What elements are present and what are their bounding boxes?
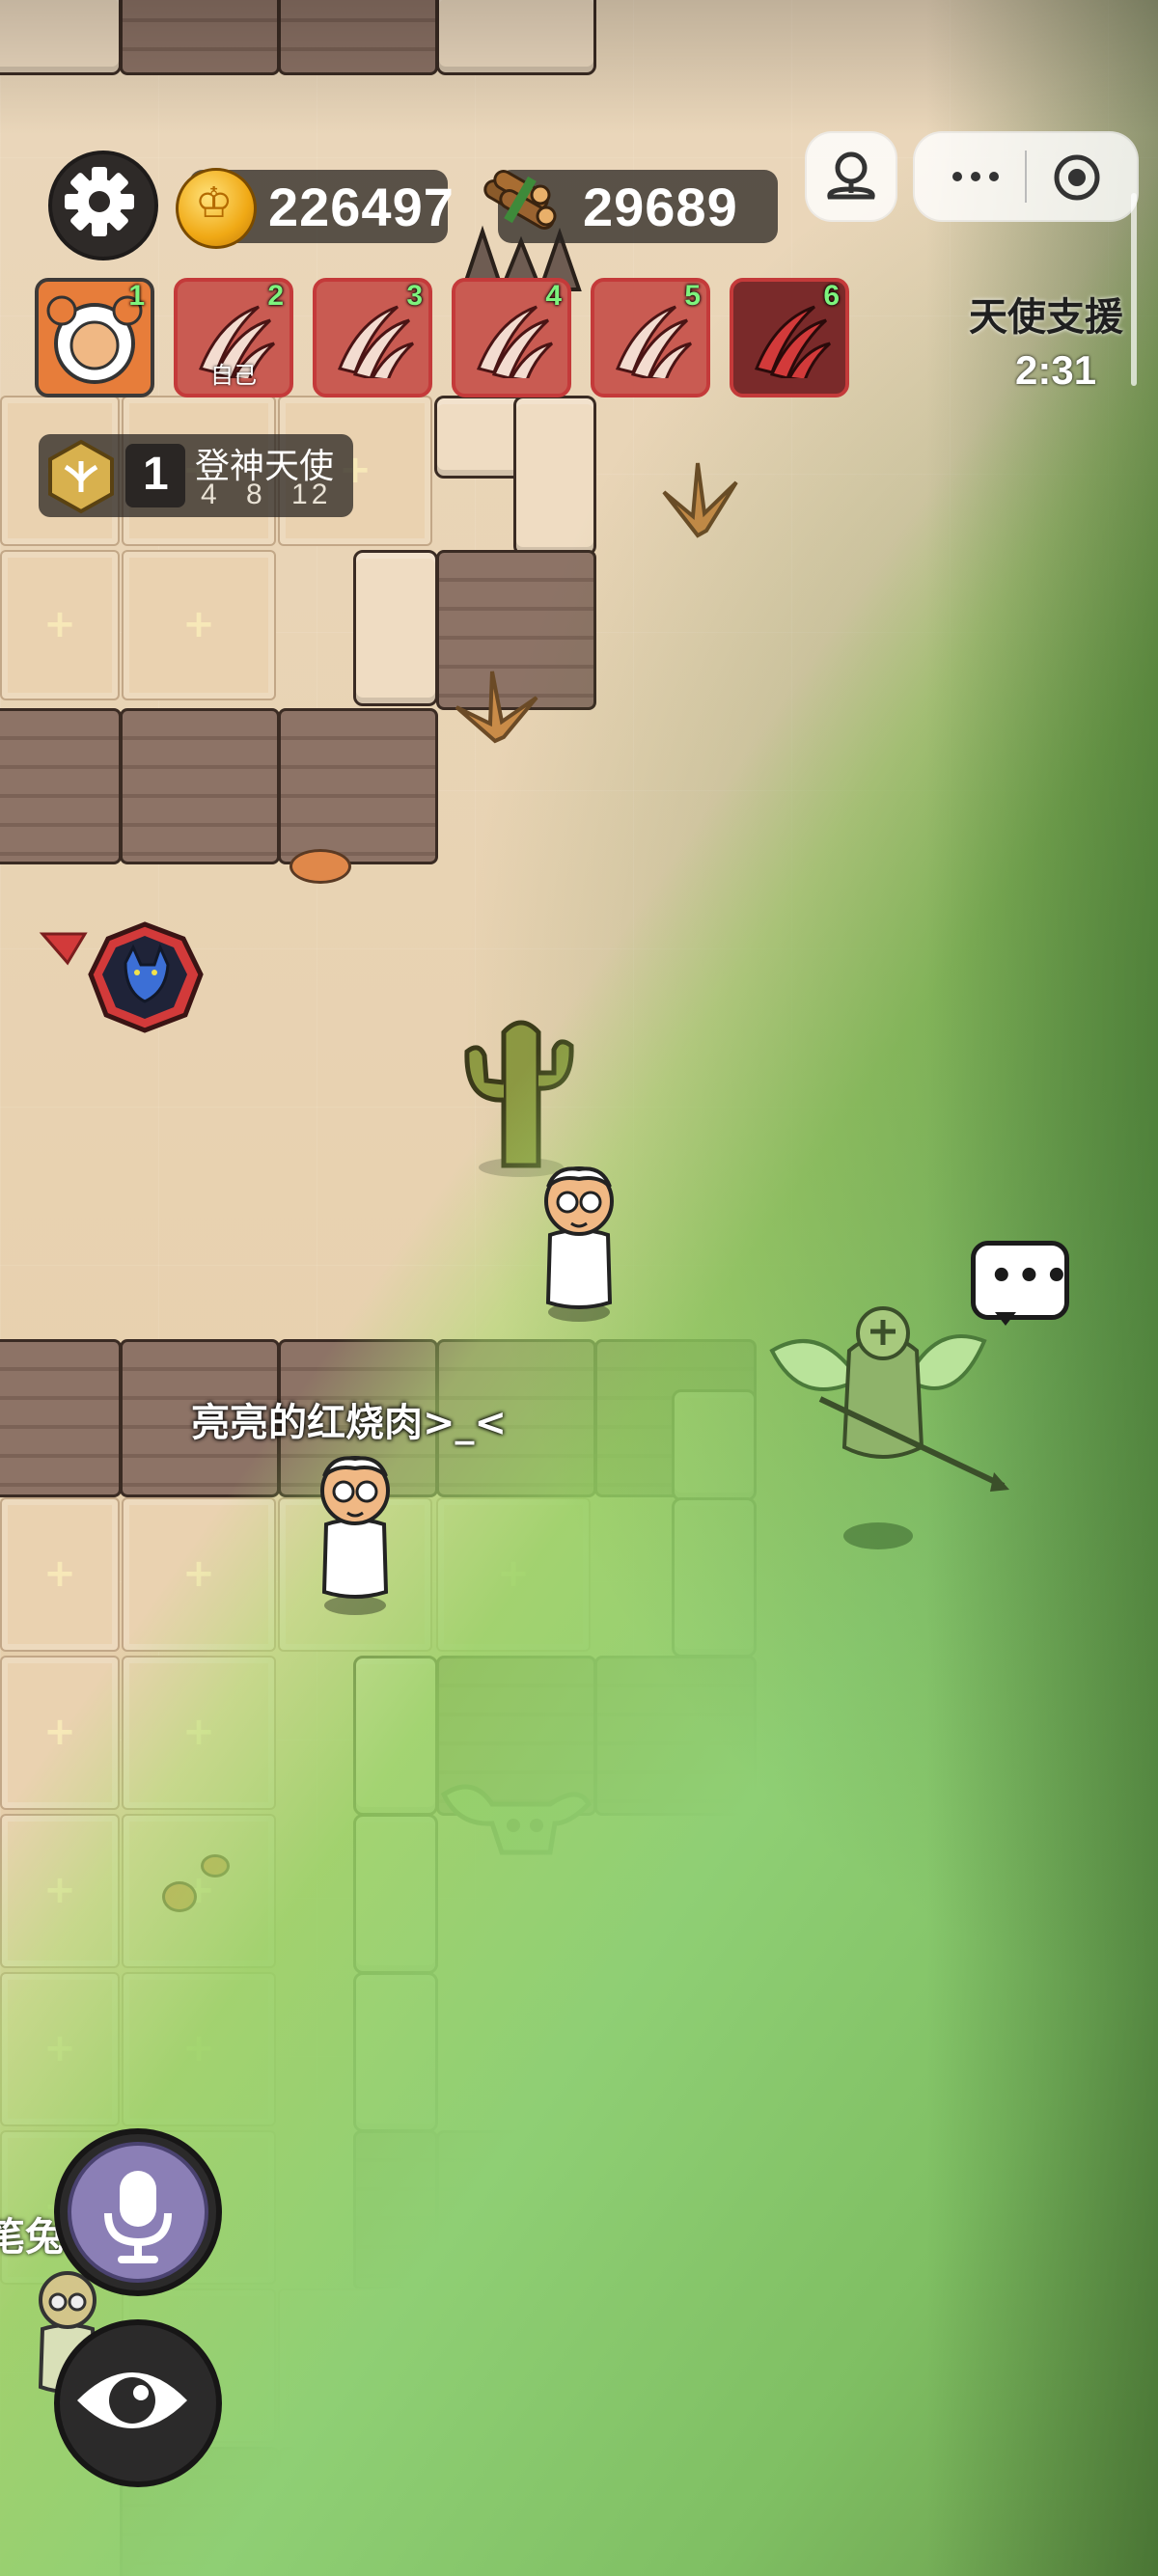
wolf-head-icon[interactable] xyxy=(39,915,212,1040)
sheep-character[interactable] xyxy=(521,1158,637,1331)
stone-wall xyxy=(278,2447,438,2576)
self-tag: 自己 xyxy=(210,362,257,389)
stone-wall xyxy=(0,708,122,864)
team-slot-number: 6 xyxy=(823,280,840,312)
claw-icon xyxy=(615,305,692,378)
stone-block xyxy=(513,396,596,556)
stone-wall xyxy=(594,2130,757,2290)
rank-panel[interactable]: 1 登神天使 4 8 12 xyxy=(39,434,353,517)
team-slot-2[interactable]: 2 自己 xyxy=(174,278,293,397)
cow-skull xyxy=(440,1784,593,1855)
stone-wall xyxy=(436,2447,596,2576)
stone-wall xyxy=(436,2130,596,2290)
team-slot-3[interactable]: 3 xyxy=(313,278,432,397)
gold-amount: 226497 xyxy=(268,177,455,237)
pebble xyxy=(290,849,351,884)
stone-wall xyxy=(594,2447,757,2576)
team-slot-number: 1 xyxy=(128,280,145,312)
rank-level: 1 xyxy=(143,449,169,500)
more-menu-button[interactable] xyxy=(942,152,1009,201)
more-dots-icon xyxy=(952,172,999,181)
team-slot-4[interactable]: 4 xyxy=(452,278,571,397)
gold-counter: 226497 xyxy=(176,168,454,249)
angel-support-timer: 2:31 xyxy=(1015,347,1097,393)
cactus xyxy=(464,1020,574,1177)
target-circle-icon xyxy=(1054,154,1100,201)
eye-icon xyxy=(77,2372,187,2428)
angel-support-title: 天使支援 xyxy=(969,295,1123,340)
mini-program-share-button[interactable] xyxy=(805,131,897,222)
winged-badge-icon xyxy=(48,439,114,514)
top-shade xyxy=(0,0,1158,135)
scroll-indicator xyxy=(1131,193,1137,386)
floor-tile xyxy=(122,550,276,700)
player-name-label: 亮亮的红烧肉>_< xyxy=(191,1401,508,1445)
stone-wall xyxy=(0,1339,122,1497)
player-sheep[interactable] xyxy=(297,1447,413,1621)
stone-wall xyxy=(594,1656,757,1816)
stone-pillar xyxy=(353,1656,438,1816)
stone-pillar xyxy=(672,1497,757,1658)
team-slot-5[interactable]: 5 xyxy=(591,278,710,397)
joystick-icon xyxy=(827,151,875,200)
floor-tile xyxy=(122,1656,276,1810)
rank-steps: 4 8 12 xyxy=(201,479,332,510)
voice-chat-button[interactable] xyxy=(54,2128,222,2296)
wood-counter: 29689 xyxy=(483,170,778,243)
team-slot-number: 5 xyxy=(684,280,701,312)
team-slot-1[interactable]: 1 xyxy=(35,278,154,397)
microphone-icon xyxy=(104,2171,172,2263)
floor-tile xyxy=(436,1497,591,1652)
floor-tile xyxy=(436,2288,591,2443)
team-slot-6[interactable]: 6 xyxy=(730,278,849,397)
dry-shrub xyxy=(455,671,538,744)
close-mini-program-button[interactable] xyxy=(1050,151,1104,205)
game-view[interactable]: 亮亮的红烧肉>_< ••• 笔兔 xyxy=(0,0,1158,2576)
team-slot-number: 3 xyxy=(406,280,423,312)
angel-creature[interactable] xyxy=(762,1283,1013,1553)
floor-tile xyxy=(0,550,120,700)
pebble xyxy=(201,1854,230,1877)
stone-wall xyxy=(120,708,280,864)
speech-bubble-icon[interactable]: ••• xyxy=(971,1241,1069,1326)
stone-wall xyxy=(353,2130,438,2290)
floor-tile xyxy=(0,1656,120,1810)
floor-tile xyxy=(0,1972,120,2126)
team-slot-number: 2 xyxy=(267,280,284,312)
floor-tile xyxy=(0,1497,120,1652)
stone-block xyxy=(672,1389,757,1501)
stone-wall xyxy=(278,708,438,864)
dry-shrub xyxy=(660,2044,741,2121)
floor-tile xyxy=(0,1814,120,1968)
claw-icon xyxy=(754,305,831,378)
coin-icon xyxy=(176,168,257,249)
claw-icon xyxy=(337,305,414,378)
wood-icon xyxy=(483,170,557,230)
floor-tile xyxy=(122,1497,276,1652)
floor-tile xyxy=(278,2288,432,2443)
floor-tile xyxy=(122,1972,276,2126)
settings-button[interactable] xyxy=(48,151,158,260)
stone-pillar xyxy=(672,2288,757,2449)
dry-shrub xyxy=(662,462,738,538)
wood-amount: 29689 xyxy=(583,177,738,237)
stone-pillar xyxy=(353,1814,438,1974)
stone-pillar xyxy=(353,550,438,706)
floor-tile xyxy=(122,1814,276,1968)
mini-program-capsule xyxy=(913,131,1139,222)
spectate-view-button[interactable] xyxy=(54,2319,222,2487)
team-slot-number: 4 xyxy=(545,280,562,312)
gear-icon xyxy=(65,167,134,236)
claw-icon xyxy=(476,305,553,378)
pebble xyxy=(162,1881,197,1912)
capsule-divider xyxy=(1025,151,1027,203)
stone-pillar xyxy=(353,1972,438,2132)
